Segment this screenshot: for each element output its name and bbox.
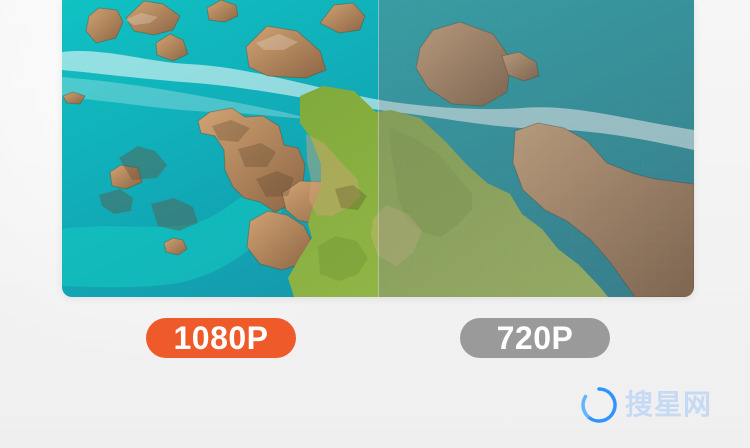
watermark-text: 搜星网 bbox=[625, 389, 713, 420]
high-resolution-scene bbox=[62, 0, 378, 297]
low-resolution-scene bbox=[378, 0, 694, 297]
coastline-landscape-icon bbox=[62, 0, 378, 297]
resolution-label-1080p: 1080P bbox=[146, 318, 296, 358]
resolution-label-720p: 720P bbox=[460, 318, 610, 358]
swirl-logo-icon bbox=[581, 387, 617, 423]
comparison-divider bbox=[378, 0, 379, 297]
watermark: 搜星网 bbox=[579, 385, 729, 425]
coastline-landscape-blurred-icon bbox=[378, 0, 694, 297]
resolution-comparison-image bbox=[62, 0, 694, 297]
